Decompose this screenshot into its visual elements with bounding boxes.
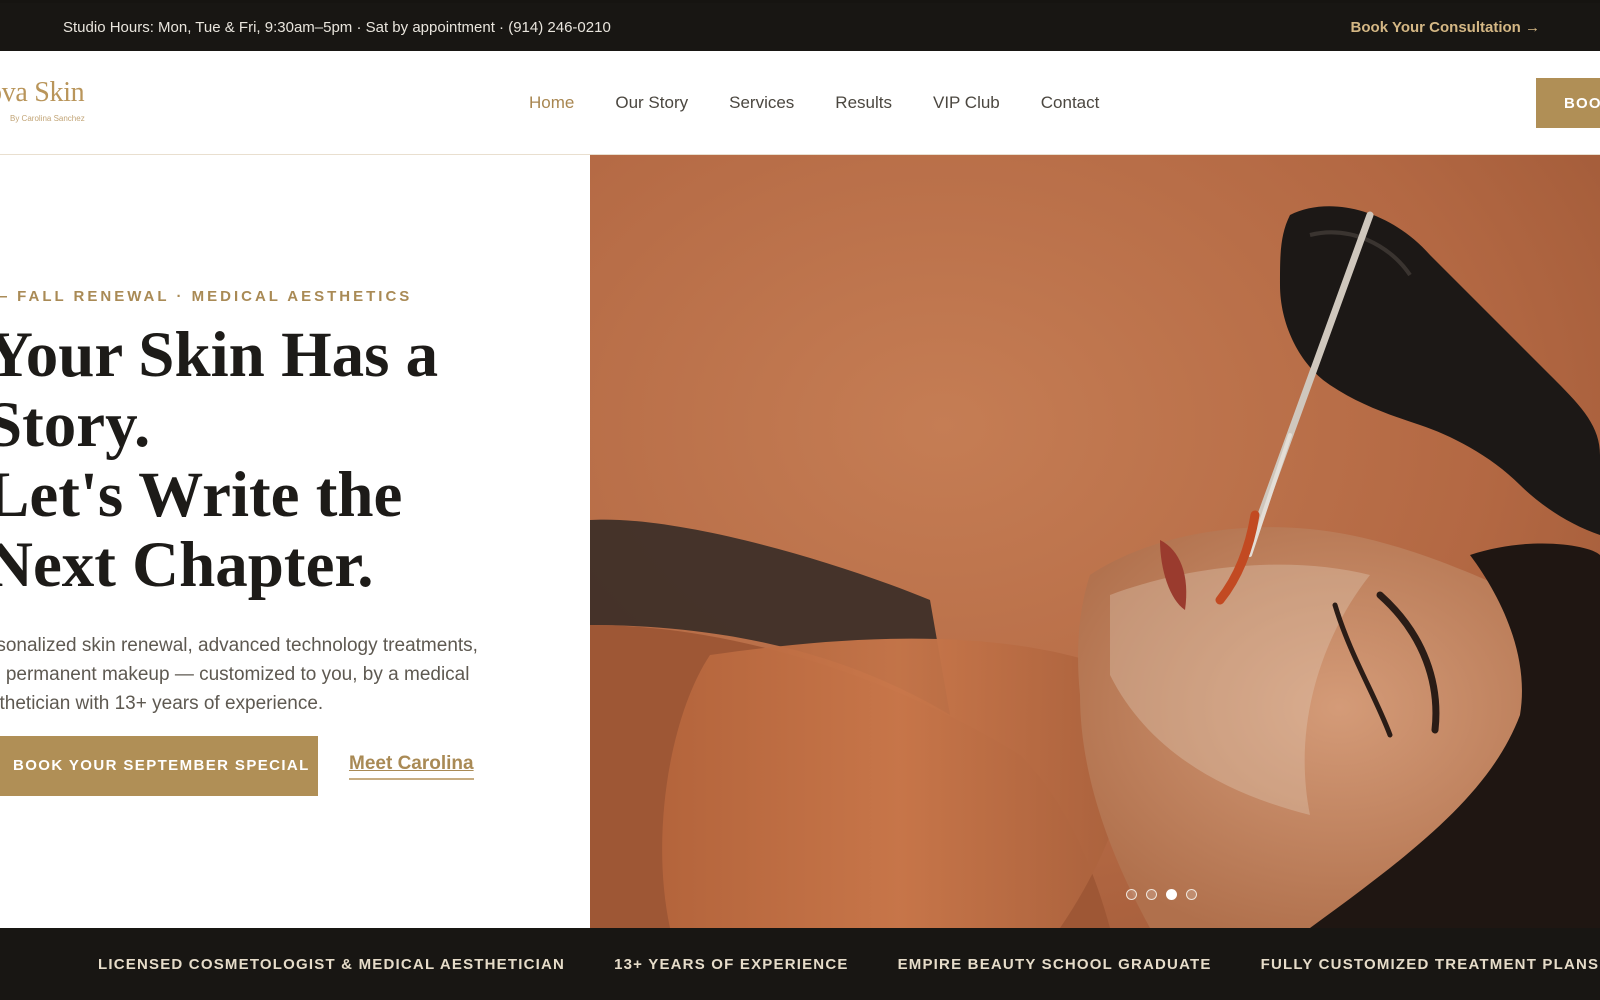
- credential-item: FULLY CUSTOMIZED TREATMENT PLANS: [1260, 956, 1600, 973]
- studio-hours-text: Studio Hours: Mon, Tue & Fri, 9:30am–5pm…: [63, 19, 611, 36]
- nav-contact[interactable]: Contact: [1041, 93, 1100, 113]
- nav-our-story[interactable]: Our Story: [615, 93, 688, 113]
- credential-item: EMPIRE BEAUTY SCHOOL GRADUATE: [897, 956, 1212, 973]
- headline-line: Story.: [0, 389, 151, 461]
- description-line: d permanent makeup — customized to you, …: [0, 664, 470, 685]
- logo[interactable]: ova Skin By Carolina Sanchez: [0, 77, 85, 123]
- nav-vip-club[interactable]: VIP Club: [933, 93, 1000, 113]
- slider-dot[interactable]: [1146, 889, 1157, 900]
- facial-treatment-photo: [590, 155, 1600, 928]
- header-book-button[interactable]: BOOK: [1536, 78, 1600, 128]
- nav-home[interactable]: Home: [529, 93, 574, 113]
- top-announcement-bar: Studio Hours: Mon, Tue & Fri, 9:30am–5pm…: [0, 3, 1600, 51]
- hero-eyebrow: — FALL RENEWAL · MEDICAL AESTHETICS: [0, 288, 413, 305]
- description-line: rsonalized skin renewal, advanced techno…: [0, 635, 478, 656]
- slider-dots: [1126, 889, 1197, 900]
- headline-line: Next Chapter.: [0, 529, 374, 601]
- slider-dot-active[interactable]: [1166, 889, 1177, 900]
- description-line: sthetician with 13+ years of experience.: [0, 693, 324, 714]
- book-september-special-button[interactable]: BOOK YOUR SEPTEMBER SPECIAL: [0, 736, 318, 796]
- main-nav: Home Our Story Services Results VIP Club…: [529, 93, 1099, 113]
- logo-wordmark: ova Skin: [0, 77, 85, 108]
- book-consultation-link[interactable]: Book Your Consultation →: [1351, 19, 1540, 36]
- site-header: ova Skin By Carolina Sanchez Home Our St…: [0, 51, 1600, 155]
- hero-text-panel: — FALL RENEWAL · MEDICAL AESTHETICS Your…: [0, 155, 590, 928]
- nav-results[interactable]: Results: [835, 93, 892, 113]
- meet-carolina-link[interactable]: Meet Carolina: [349, 753, 474, 780]
- logo-byline: By Carolina Sanchez: [10, 114, 85, 123]
- slider-dot[interactable]: [1126, 889, 1137, 900]
- credential-item: 13+ YEARS OF EXPERIENCE: [614, 956, 849, 973]
- credential-item: LICENSED COSMETOLOGIST & MEDICAL AESTHET…: [98, 956, 566, 973]
- hero-image: [590, 155, 1600, 928]
- hero-description: rsonalized skin renewal, advanced techno…: [0, 631, 510, 718]
- credentials-strip: LICENSED COSMETOLOGIST & MEDICAL AESTHET…: [0, 928, 1600, 1000]
- nav-services[interactable]: Services: [729, 93, 794, 113]
- headline-line: Your Skin Has a: [0, 319, 439, 391]
- slider-dot[interactable]: [1186, 889, 1197, 900]
- headline-line: Let's Write the: [0, 459, 403, 531]
- hero-headline: Your Skin Has a Story. Let's Write the N…: [0, 320, 438, 600]
